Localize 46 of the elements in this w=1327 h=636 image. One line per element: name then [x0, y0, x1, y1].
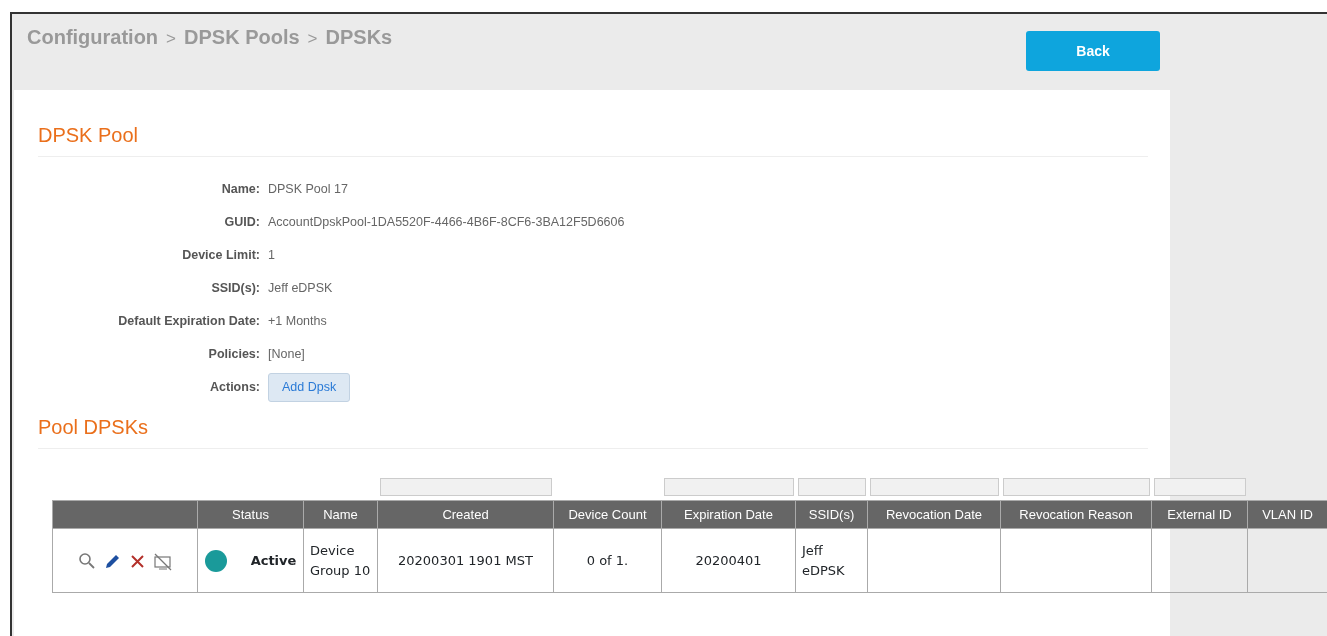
breadcrumb-separator: >	[307, 28, 318, 50]
column-header: External ID	[1151, 500, 1248, 529]
add-dpsk-button[interactable]: Add Dpsk	[268, 373, 351, 402]
column-header: Name	[303, 500, 378, 529]
table-cell: 20200301 1901 MST	[398, 552, 533, 568]
column-header: Revocation Date	[867, 500, 1001, 529]
table-cell: Device Group 10	[310, 543, 371, 578]
field-value: +1 Months	[268, 313, 327, 331]
breadcrumb-item[interactable]: Configuration	[27, 22, 159, 52]
column-header: Device Count	[553, 500, 662, 529]
field-label: SSID(s):	[210, 280, 261, 298]
field-value: [None]	[268, 346, 305, 364]
filter-field[interactable]	[379, 478, 552, 496]
status-text: Active	[250, 551, 297, 570]
search-icon[interactable]	[78, 551, 97, 571]
filter-field[interactable]	[797, 478, 866, 496]
column-header: Status	[197, 500, 304, 529]
field-label: Policies:	[207, 346, 261, 364]
field-label: Name:	[220, 181, 261, 199]
column-header: Revocation Reason	[1000, 500, 1152, 529]
field-value: AccountDpskPool-1DA5520F-4466-4B6F-8CF6-3BA12F5D6606	[268, 214, 625, 232]
column-header: Expiration Date	[661, 500, 796, 529]
filter-field[interactable]	[1002, 478, 1150, 496]
breadcrumb-item[interactable]: DPSKs	[325, 22, 393, 52]
field-value: Jeff eDPSK	[268, 280, 333, 298]
breadcrumb-item[interactable]: DPSK Pools	[184, 22, 300, 52]
table-cell: 0 of 1.	[586, 552, 629, 568]
filter-field[interactable]	[663, 478, 794, 496]
field-label: GUID:	[223, 214, 261, 232]
table-cell: 20200401	[695, 552, 762, 568]
column-header: SSID(s)	[795, 500, 868, 529]
field-label: Actions:	[209, 379, 261, 397]
filter-field[interactable]	[869, 478, 999, 496]
back-button[interactable]: Back	[1026, 31, 1160, 71]
field-label: Default Expiration Date:	[117, 313, 261, 331]
field-value: 1	[268, 247, 275, 265]
filter-field[interactable]	[1153, 478, 1246, 496]
section-title: DPSK Pool	[38, 120, 1148, 157]
field-label: Device Limit:	[181, 247, 261, 265]
column-header: Created	[377, 500, 554, 529]
column-header: VLAN ID	[1247, 500, 1327, 529]
breadcrumb-separator: >	[166, 28, 177, 50]
field-value: DPSK Pool 17	[268, 181, 348, 199]
screen-off-icon[interactable]	[153, 551, 172, 571]
section-title: Pool DPSKs	[38, 412, 1148, 449]
table-cell: Jeff eDPSK	[802, 543, 845, 578]
